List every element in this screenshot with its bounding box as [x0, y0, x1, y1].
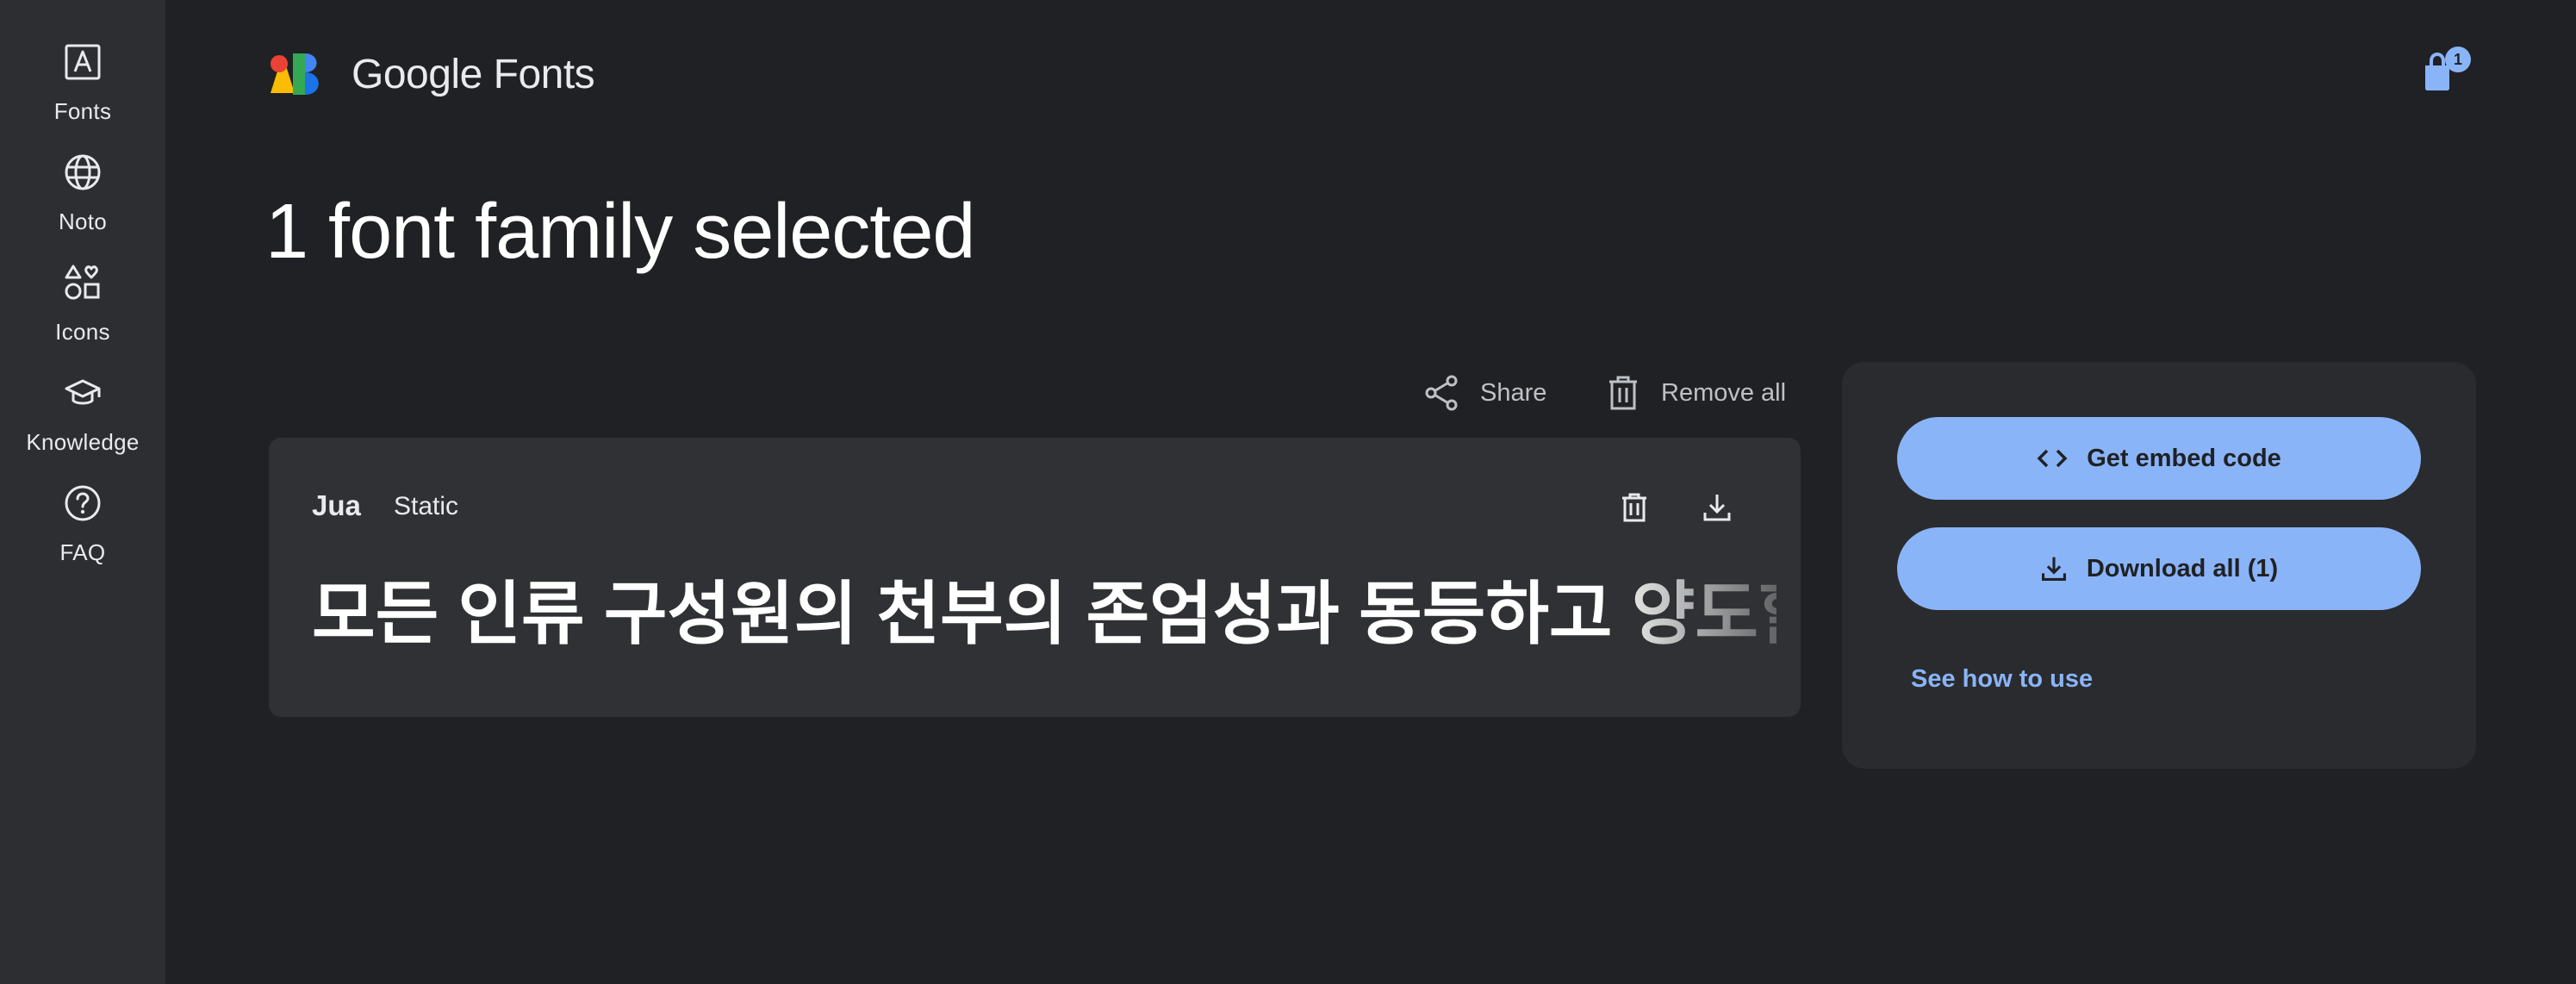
get-embed-code-label: Get embed code: [2087, 444, 2281, 472]
google-fonts-logo[interactable]: Google Fonts: [269, 48, 595, 100]
globe-icon: [62, 153, 103, 191]
font-style-label: Static: [394, 492, 459, 520]
logo-fonts-word: Fonts: [493, 51, 595, 97]
share-button[interactable]: Share: [1423, 372, 1546, 414]
download-family-button[interactable]: [1697, 488, 1737, 527]
sidebar-item-noto[interactable]: Noto: [0, 110, 165, 234]
remove-all-button[interactable]: Remove all: [1604, 372, 1786, 414]
shapes-icon: [62, 264, 103, 302]
font-family-name[interactable]: Jua: [312, 489, 361, 522]
sidebar-item-fonts[interactable]: Fonts: [0, 0, 165, 124]
sidebar-item-label: FAQ: [59, 539, 106, 565]
sample-text: 모든 인류 구성원의 천부의 존엄성과 동등하고 양도할 수 없는 권리를 인정…: [312, 576, 1776, 652]
download-all-button[interactable]: Download all (1): [1897, 527, 2421, 610]
sample-text-preview: 모든 인류 구성원의 천부의 존엄성과 동등하고 양도할 수 없는 권리를 인정…: [312, 567, 1776, 662]
trash-icon: [1609, 376, 1637, 410]
font-a-icon: [62, 43, 103, 81]
download-icon: [1703, 495, 1731, 521]
embed-download-panel: Get embed code Download all (1) See how …: [1842, 362, 2476, 769]
sidebar-item-knowledge[interactable]: Knowledge: [0, 331, 165, 455]
google-fonts-logo-icon: [271, 53, 319, 95]
page-title: 1 font family selected: [265, 189, 975, 275]
logo-google-word: Google: [352, 51, 482, 97]
sidebar-item-icons[interactable]: Icons: [0, 221, 165, 345]
download-all-label: Download all (1): [2086, 554, 2279, 582]
code-brackets-icon: [2037, 449, 2068, 468]
get-embed-code-button[interactable]: Get embed code: [1897, 417, 2421, 500]
download-icon: [2041, 557, 2066, 581]
graduation-cap-icon: [62, 374, 103, 412]
remove-all-label: Remove all: [1661, 378, 1787, 407]
trash-icon: [1622, 493, 1646, 522]
help-circle-icon: [62, 484, 103, 522]
font-family-card: Jua Static 모든 인류 구성원의 천부의 존엄성과 동등하고 양도할 …: [269, 438, 1801, 717]
sidebar-item-faq[interactable]: FAQ: [0, 441, 165, 565]
remove-family-button[interactable]: [1615, 488, 1654, 527]
sidebar: Fonts Noto Icons Knowledge FAQ: [0, 0, 165, 984]
cart-count-badge: 1: [2445, 47, 2471, 72]
see-how-to-use-link[interactable]: See how to use: [1911, 665, 2093, 694]
selected-families-bag-button[interactable]: 1: [2414, 45, 2471, 97]
logo-text: Google Fonts: [352, 51, 595, 98]
share-icon: [1425, 375, 1458, 411]
share-label: Share: [1480, 378, 1547, 407]
